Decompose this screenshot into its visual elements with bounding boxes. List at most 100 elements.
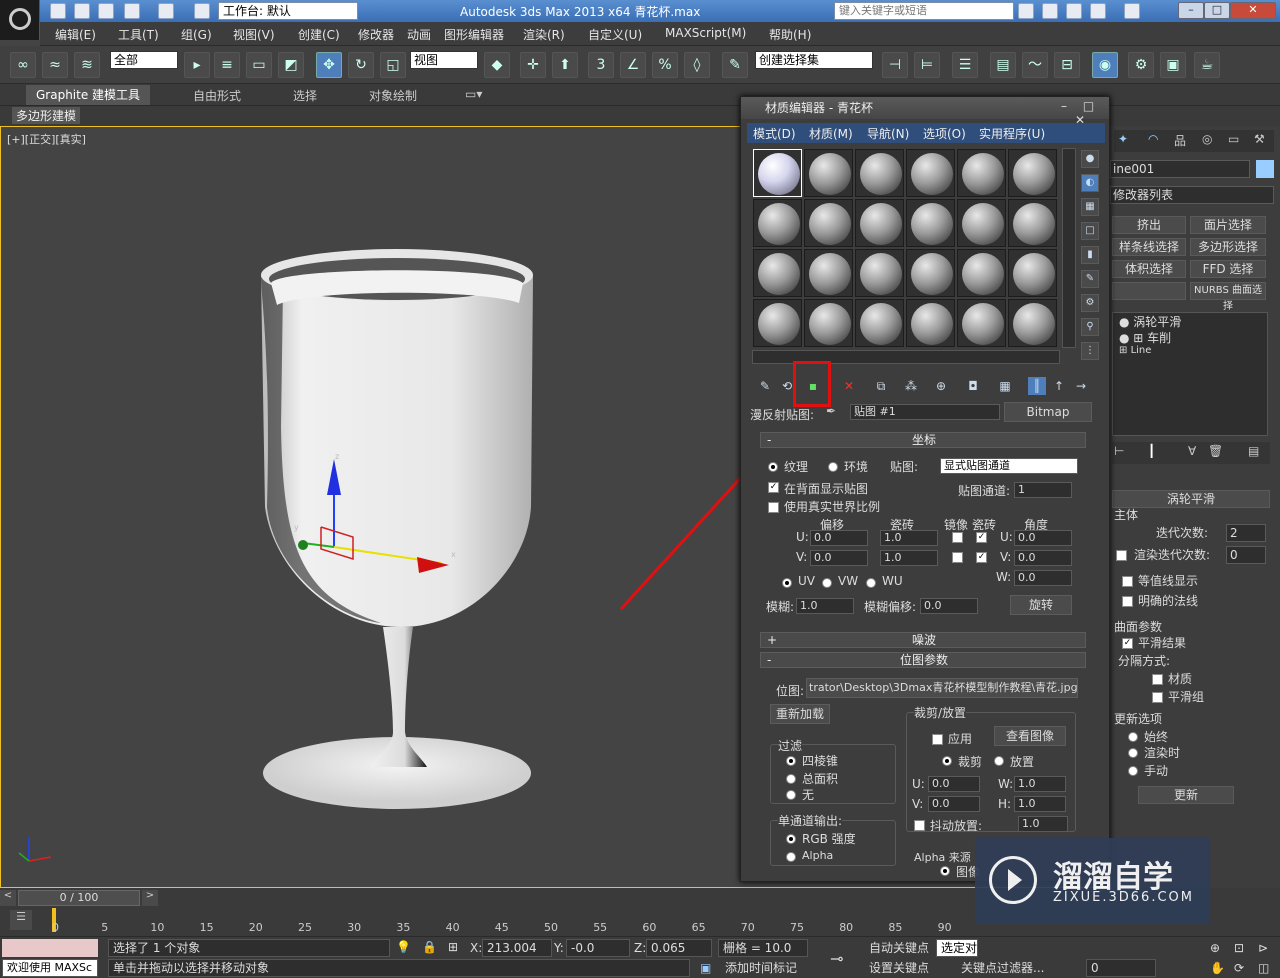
v-mirror-checkbox[interactable] xyxy=(952,552,963,563)
menu-tools[interactable]: 工具(T) xyxy=(118,26,159,43)
tab-graphite-modeling[interactable]: Graphite 建模工具 xyxy=(26,85,151,105)
mated-maximize-button[interactable]: □ xyxy=(1083,99,1094,113)
bitmap-path-button[interactable]: trator\Desktop\3Dmax青花杯模型制作教程\青花.jpg xyxy=(806,678,1078,698)
open-file-icon[interactable] xyxy=(74,3,90,19)
configure-sets-icon[interactable]: ▤ xyxy=(1248,444,1259,458)
crop-radio[interactable] xyxy=(942,756,952,766)
tab-freeform[interactable]: 自由形式 xyxy=(193,87,241,104)
bind-spacewarp-icon[interactable]: ≋ xyxy=(74,52,100,78)
always-radio[interactable] xyxy=(1128,732,1138,742)
view-image-button[interactable]: 查看图像 xyxy=(994,726,1066,746)
menu-help[interactable]: 帮助(H) xyxy=(769,26,811,43)
select-manipulate-icon[interactable]: ✛ xyxy=(520,52,546,78)
vw-radio[interactable] xyxy=(822,578,832,588)
summed-area-radio[interactable] xyxy=(786,774,796,784)
material-sample-slot[interactable] xyxy=(906,299,955,347)
material-sample-slot[interactable] xyxy=(804,149,853,197)
menu-maxscript[interactable]: MAXScript(M) xyxy=(665,26,746,40)
keyboard-shortcut-override-icon[interactable]: ⬆ xyxy=(552,52,578,78)
set-key-mode-icon[interactable]: ⊸ xyxy=(830,949,843,968)
named-selection-set-dropdown[interactable]: 创建选择集 xyxy=(755,51,873,69)
menu-views[interactable]: 视图(V) xyxy=(233,26,275,43)
ffd-select-button[interactable]: FFD 选择 xyxy=(1190,260,1266,278)
blur-offset-spinner[interactable]: 0.0 xyxy=(920,598,978,614)
nurbs-surface-select-button[interactable]: NURBS 曲面选择 xyxy=(1190,282,1266,312)
material-sample-slot[interactable] xyxy=(1008,249,1057,297)
graphite-toggle-icon[interactable]: ▤ xyxy=(990,52,1016,78)
reload-button[interactable]: 重新加载 xyxy=(770,704,830,724)
material-sample-slot[interactable] xyxy=(957,299,1006,347)
isoline-checkbox[interactable] xyxy=(1122,576,1133,587)
coordinates-rollout[interactable]: - 坐标 xyxy=(760,432,1086,448)
crop-h-spinner[interactable]: 1.0 xyxy=(1014,796,1066,812)
slider-next-icon[interactable]: > xyxy=(142,890,158,906)
render-iters-spinner[interactable]: 0 xyxy=(1226,546,1266,564)
pan-icon[interactable]: ✋ xyxy=(1210,961,1225,975)
app-logo[interactable] xyxy=(0,0,40,40)
environ-radio[interactable] xyxy=(828,462,838,472)
material-sample-slot[interactable] xyxy=(855,299,904,347)
select-and-rotate-icon[interactable]: ↻ xyxy=(348,52,374,78)
material-sample-slot[interactable] xyxy=(1008,199,1057,247)
materials-checkbox[interactable] xyxy=(1152,674,1163,685)
menu-mode[interactable]: 模式(D) xyxy=(753,125,796,142)
copy-material-icon[interactable]: ⧉ xyxy=(872,377,890,395)
remove-modifier-icon[interactable]: 🗑 xyxy=(1208,444,1223,458)
rgb-intensity-radio[interactable] xyxy=(786,834,796,844)
backlight-icon[interactable]: ◐ xyxy=(1081,174,1099,192)
map-type-button[interactable]: Bitmap xyxy=(1004,402,1092,422)
put-to-library-icon[interactable]: ⊕ xyxy=(932,377,950,395)
isolate-selection-icon[interactable]: 💡 xyxy=(396,940,411,954)
undo-icon[interactable] xyxy=(124,3,140,19)
render-iters-checkbox[interactable] xyxy=(1116,550,1127,561)
selected-object-dropdown[interactable]: 选定对 xyxy=(936,939,978,957)
go-to-parent-icon[interactable]: ↑ xyxy=(1050,377,1068,395)
patch-select-button[interactable]: 面片选择 xyxy=(1190,216,1266,234)
material-map-navigator-icon[interactable]: ⋮ xyxy=(1081,342,1099,360)
explicit-normals-checkbox[interactable] xyxy=(1122,596,1133,607)
material-sample-slot[interactable] xyxy=(804,249,853,297)
apply-checkbox[interactable] xyxy=(932,734,943,745)
material-sample-slot[interactable] xyxy=(753,249,802,297)
menu-group[interactable]: 组(G) xyxy=(181,26,212,43)
mated-minimize-button[interactable]: – xyxy=(1061,99,1067,113)
material-sample-slot[interactable] xyxy=(753,199,802,247)
v-angle-spinner[interactable]: 0.0 xyxy=(1014,550,1072,566)
curve-editor-icon[interactable]: 〜 xyxy=(1022,52,1048,78)
window-crossing-icon[interactable]: ◩ xyxy=(278,52,304,78)
slots-vertical-scrollbar[interactable] xyxy=(1062,148,1076,348)
modifier-list-dropdown[interactable]: 修改器列表 xyxy=(1110,186,1274,204)
go-forward-sibling-icon[interactable]: → xyxy=(1072,377,1090,395)
menu-utilities[interactable]: 实用程序(U) xyxy=(979,125,1045,142)
make-unique-material-icon[interactable]: ⁂ xyxy=(902,377,920,395)
volume-select-button[interactable]: 体积选择 xyxy=(1112,260,1186,278)
crop-v-spinner[interactable]: 0.0 xyxy=(928,796,980,812)
menu-create[interactable]: 创建(C) xyxy=(298,26,340,43)
ribbon-options-icon[interactable]: ▭▾ xyxy=(465,87,482,101)
image-alpha-radio[interactable] xyxy=(940,866,950,876)
maxscript-listener-mini[interactable] xyxy=(2,939,98,957)
make-preview-icon[interactable]: ✎ xyxy=(1081,270,1099,288)
time-tag-icon[interactable]: ▣ xyxy=(700,961,711,975)
slider-prev-icon[interactable]: < xyxy=(0,890,16,906)
material-sample-slot[interactable] xyxy=(906,199,955,247)
empty-modifier-button[interactable] xyxy=(1112,282,1186,300)
place-radio[interactable] xyxy=(994,756,1004,766)
v-tile-checkbox[interactable]: ✓ xyxy=(976,552,987,563)
edit-named-selection-icon[interactable]: ✎ xyxy=(722,52,748,78)
material-sample-slot[interactable] xyxy=(906,249,955,297)
y-coordinate-field[interactable]: -0.0 xyxy=(566,939,630,957)
current-frame-field[interactable]: 0 xyxy=(1086,959,1156,977)
pivot-center-icon[interactable]: ◆ xyxy=(484,52,510,78)
material-sample-slot[interactable] xyxy=(855,249,904,297)
video-color-check-icon[interactable]: ▮ xyxy=(1081,246,1099,264)
material-sample-slot[interactable] xyxy=(804,199,853,247)
communication-icon[interactable] xyxy=(1066,3,1082,19)
x-coordinate-field[interactable]: 213.004 xyxy=(482,939,552,957)
align-icon[interactable]: ⊨ xyxy=(914,52,940,78)
time-slider[interactable]: 0 / 100 xyxy=(18,890,140,906)
menu-material[interactable]: 材质(M) xyxy=(809,125,853,142)
rectangular-selection-icon[interactable]: ▭ xyxy=(246,52,272,78)
binoculars-icon[interactable] xyxy=(1018,3,1034,19)
tab-selection[interactable]: 选择 xyxy=(293,87,317,104)
